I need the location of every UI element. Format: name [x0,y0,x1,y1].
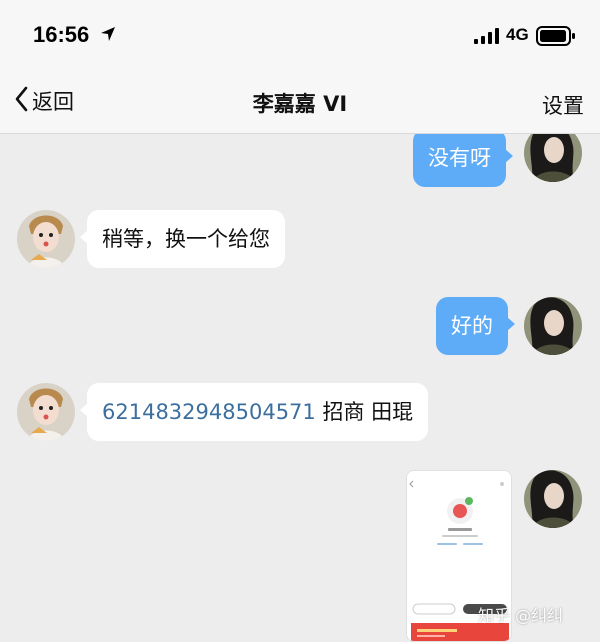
location-arrow-icon [100,26,116,46]
message-text: 好的 [451,314,493,338]
chat-area[interactable]: 没有呀 稍等，换一个给您 好的 6214832948504571 招商 田琨 [0,134,600,642]
contact-avatar[interactable] [17,383,75,441]
status-bar: 16:56 4G [0,0,600,68]
message-bubble-incoming[interactable]: 稍等，换一个给您 [80,210,285,268]
message-bubble-incoming[interactable]: 6214832948504571 招商 田琨 [79,383,429,441]
my-avatar[interactable] [524,134,582,182]
contact-avatar[interactable] [17,210,75,268]
message-text: 招商 田琨 [315,400,414,424]
network-type: 4G [506,25,529,44]
my-avatar[interactable] [524,297,582,355]
message-bubble-outgoing[interactable]: 没有呀 [413,134,513,187]
message-bubble-outgoing[interactable]: 好的 [436,297,515,355]
watermark: 知乎 @纠纠 [478,606,564,625]
cellular-signal-icon [474,28,500,48]
battery-icon [536,26,576,50]
settings-button[interactable]: 设置 [542,90,584,120]
navigation-bar: 返回 李嘉嘉 VI 设置 [0,68,600,134]
status-time: 16:56 [33,22,90,47]
chat-title: 李嘉嘉 VI [252,92,348,116]
message-text: 稍等，换一个给您 [102,227,270,251]
account-number-link[interactable]: 6214832948504571 [102,400,316,424]
message-text: 没有呀 [428,146,491,170]
my-avatar[interactable] [524,470,582,528]
